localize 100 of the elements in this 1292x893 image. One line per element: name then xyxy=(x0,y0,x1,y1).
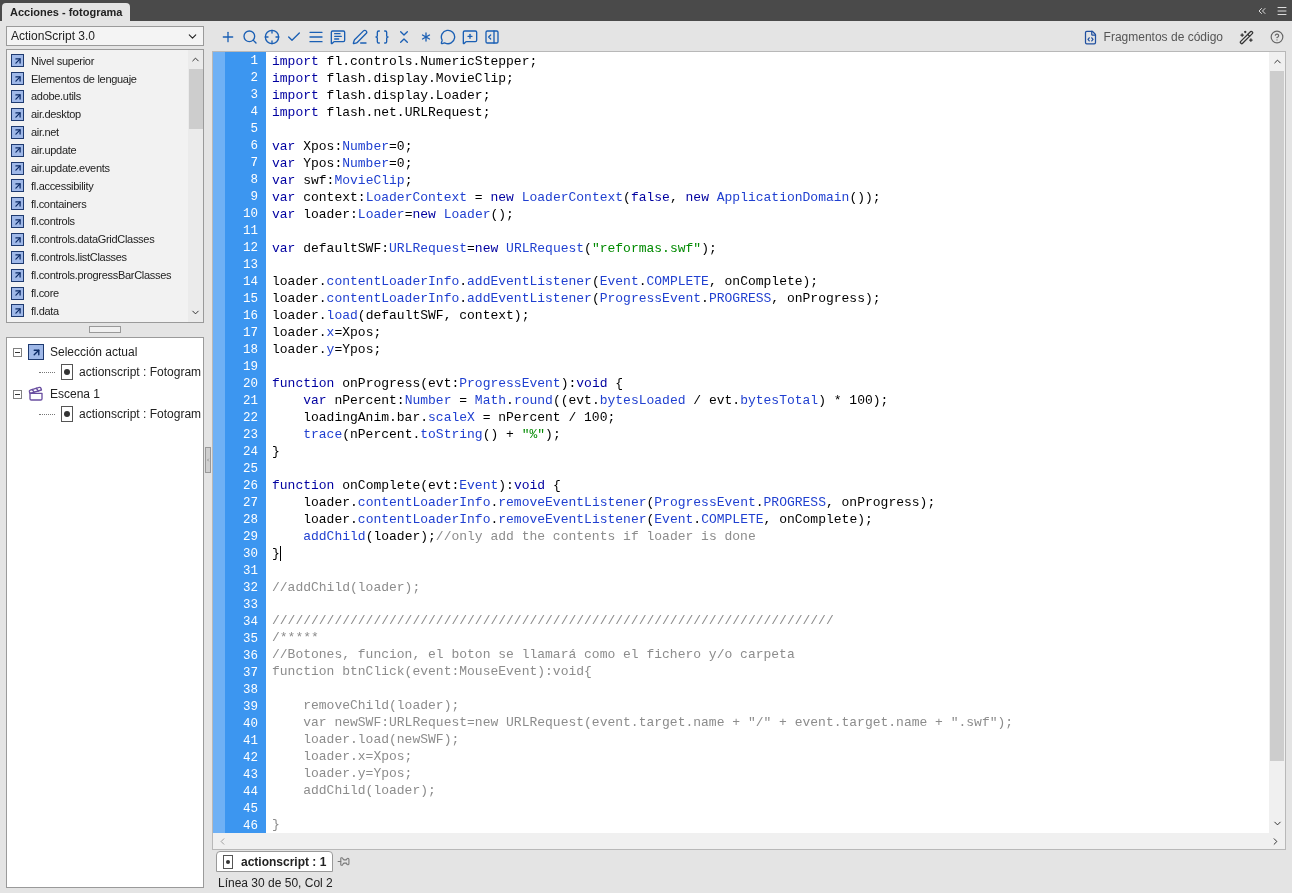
line-number: 46 xyxy=(242,818,259,835)
tree-item[interactable]: Escena 1 xyxy=(50,385,101,403)
package-icon xyxy=(11,54,24,68)
crosshair-icon[interactable] xyxy=(264,29,280,45)
lines-icon[interactable] xyxy=(308,29,324,45)
wand-icon[interactable] xyxy=(1239,29,1254,45)
code-line: import fl.controls.NumericStepper; xyxy=(272,53,538,70)
line-number: 30 xyxy=(242,546,259,563)
library-item[interactable]: fl.core xyxy=(31,284,59,302)
library-item[interactable]: air.desktop xyxy=(31,106,81,123)
line-number: 39 xyxy=(242,699,259,716)
tree-item[interactable]: actionscript : Fotogram xyxy=(79,405,202,423)
package-icon xyxy=(11,108,24,121)
scrollbar[interactable] xyxy=(188,50,203,322)
tree-item[interactable]: Selección actual xyxy=(50,343,138,361)
line-number: 32 xyxy=(242,580,259,597)
line-number: 22 xyxy=(242,410,259,427)
code-line: loader.y=Ypos; xyxy=(272,341,382,359)
line-number: 6 xyxy=(249,138,259,155)
code-line: trace(nPercent.toString() + "%"); xyxy=(302,426,561,444)
panel-tab[interactable]: Acciones - fotograma xyxy=(2,3,131,21)
line-number: 25 xyxy=(242,461,259,478)
library-item[interactable]: fl.controls xyxy=(31,213,75,230)
library-item[interactable]: air.update.events xyxy=(31,159,110,177)
code-editor[interactable] xyxy=(212,51,1286,850)
script-tab[interactable]: actionscript : 1 xyxy=(216,851,334,872)
library-item[interactable]: fl.containers xyxy=(31,195,87,213)
pen-icon[interactable] xyxy=(352,29,368,45)
line-number: 12 xyxy=(242,240,259,257)
code-line: var loader:Loader=new Loader(); xyxy=(272,205,514,223)
vertical-scrollbar[interactable] xyxy=(1269,52,1285,833)
line-number: 40 xyxy=(242,716,259,733)
horizontal-scrollbar[interactable] xyxy=(213,833,1285,849)
line-number: 18 xyxy=(242,342,259,359)
library-item[interactable]: Nivel superior xyxy=(31,52,95,70)
library-item[interactable]: fl.data xyxy=(31,302,59,320)
comment-icon[interactable] xyxy=(440,29,456,45)
speech-bubble-icon[interactable] xyxy=(330,29,346,45)
code-line: //addChild(loader); xyxy=(272,578,421,596)
library-item[interactable]: fl.controls.dataGridClasses xyxy=(31,231,155,248)
library-item[interactable]: fl.controls.progressBarClasses xyxy=(31,267,172,284)
menu-icon[interactable] xyxy=(1276,4,1288,17)
line-number: 11 xyxy=(242,223,259,240)
code-line: addChild(loader);//only add the contents if loader is done xyxy=(302,527,756,545)
package-icon xyxy=(11,143,24,157)
code-line: loader.x=Xpos; xyxy=(302,748,413,766)
code-line: loader.contentLoaderInfo.removeEventListener(Event.COMPLETE, onComplete); xyxy=(302,510,873,528)
document-icon xyxy=(61,406,73,422)
code-line: var swf:MovieClip; xyxy=(272,171,413,189)
library-item[interactable]: fl.controls.listClasses xyxy=(31,249,127,266)
code-line: loader.load(defaultSWF, context); xyxy=(272,307,530,325)
add-icon[interactable] xyxy=(220,29,236,45)
line-number: 13 xyxy=(242,257,259,274)
help-icon[interactable] xyxy=(1270,30,1284,44)
line-number: 27 xyxy=(242,495,259,512)
package-icon xyxy=(11,286,24,300)
package-icon xyxy=(11,233,24,246)
document-icon xyxy=(61,364,73,380)
package-icon xyxy=(11,250,24,264)
collapse-toggle[interactable] xyxy=(13,347,22,357)
library-item[interactable]: Elementos de lenguaje xyxy=(31,70,137,88)
line-number: 45 xyxy=(242,801,259,818)
line-number: 1 xyxy=(249,53,259,70)
snippets-button[interactable]: Fragmentos de código xyxy=(1082,28,1223,46)
scrollbar-thumb[interactable] xyxy=(188,69,203,129)
pin-icon[interactable] xyxy=(337,855,351,868)
package-icon xyxy=(11,179,24,193)
splitter-handle[interactable] xyxy=(89,326,121,333)
package-icon xyxy=(11,90,24,104)
library-item[interactable]: air.update xyxy=(31,141,77,159)
panel-icon[interactable] xyxy=(484,29,500,45)
line-number: 9 xyxy=(249,189,259,206)
braces-icon[interactable] xyxy=(374,29,390,45)
library-item[interactable]: fl.accessibility xyxy=(31,177,94,195)
code-line: loader.load(newSWF); xyxy=(302,731,460,749)
code-line: import flash.display.MovieClip; xyxy=(272,70,514,87)
line-number: 36 xyxy=(242,648,259,665)
line-number: 16 xyxy=(242,308,259,325)
line-number: 8 xyxy=(249,172,259,189)
scrollbar-thumb[interactable] xyxy=(1270,71,1284,761)
package-icon xyxy=(11,72,24,86)
line-number: 38 xyxy=(242,682,259,699)
language-select[interactable]: ActionScript 3.0 xyxy=(6,26,204,46)
add-comment-icon[interactable] xyxy=(462,29,478,45)
code-line: var defaultSWF:URLRequest=new URLRequest("reformas.swf"); xyxy=(272,239,717,257)
code-line: } xyxy=(272,443,280,461)
line-number: 35 xyxy=(242,631,259,648)
clapperboard-icon xyxy=(28,386,44,402)
search-icon[interactable] xyxy=(242,29,258,45)
library-item[interactable]: air.net xyxy=(31,124,59,141)
collapse-toggle[interactable] xyxy=(13,389,22,399)
library-item[interactable]: adobe.utils xyxy=(31,88,81,105)
line-number: 7 xyxy=(249,155,259,172)
tree-item[interactable]: actionscript : Fotogram xyxy=(79,363,202,381)
line-number: 23 xyxy=(242,427,259,444)
collapse-handle[interactable] xyxy=(205,446,211,473)
package-icon xyxy=(11,125,24,139)
code-line: loader.y=Ypos; xyxy=(302,765,413,783)
line-number: 10 xyxy=(242,206,259,223)
code-line: function onComplete(evt:Event):void { xyxy=(272,476,561,494)
